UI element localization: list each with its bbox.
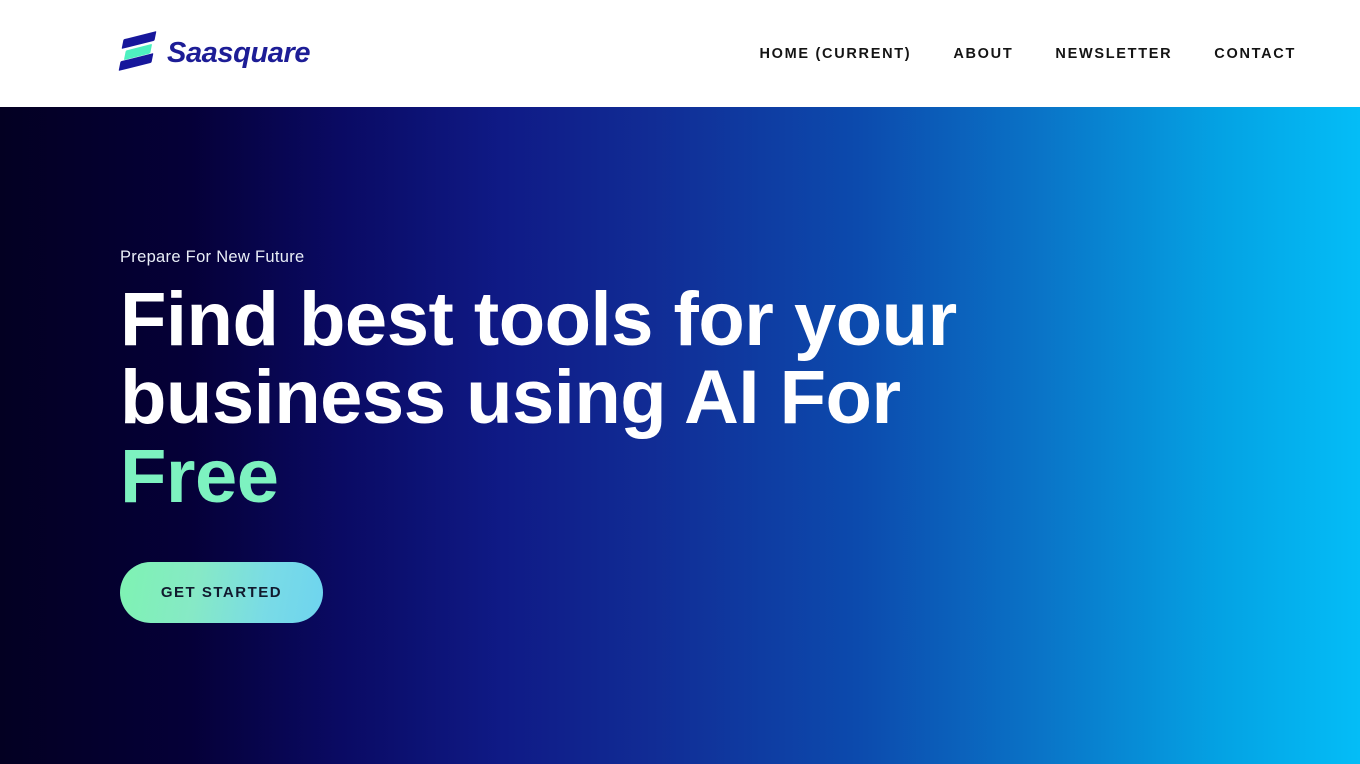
hero-eyebrow: Prepare For New Future (120, 248, 305, 267)
saasquare-logo-icon (118, 30, 157, 76)
nav-item-about[interactable]: ABOUT (932, 38, 1034, 70)
hero-headline-line-2: business using AI For (120, 355, 901, 441)
site-header: Saasquare HOME (CURRENT) ABOUT NEWSLETTE… (0, 0, 1360, 107)
hero-content: Prepare For New Future Find best tools f… (120, 107, 1020, 764)
brand-wordmark: Saasquare (167, 37, 311, 69)
hero-headline-line-1: Find best tools for your (120, 277, 957, 363)
main-navigation: HOME (CURRENT) ABOUT NEWSLETTER CONTACT (738, 38, 1296, 70)
get-started-button[interactable]: GET STARTED (120, 561, 323, 623)
hero-section: Prepare For New Future Find best tools f… (0, 107, 1360, 764)
hero-headline: Find best tools for your business using … (120, 280, 960, 519)
hero-headline-accent: Free (120, 433, 279, 519)
nav-item-newsletter[interactable]: NEWSLETTER (1034, 38, 1193, 70)
brand-logo[interactable]: Saasquare (118, 30, 311, 76)
nav-item-contact[interactable]: CONTACT (1193, 38, 1296, 70)
nav-item-home[interactable]: HOME (CURRENT) (738, 38, 932, 70)
